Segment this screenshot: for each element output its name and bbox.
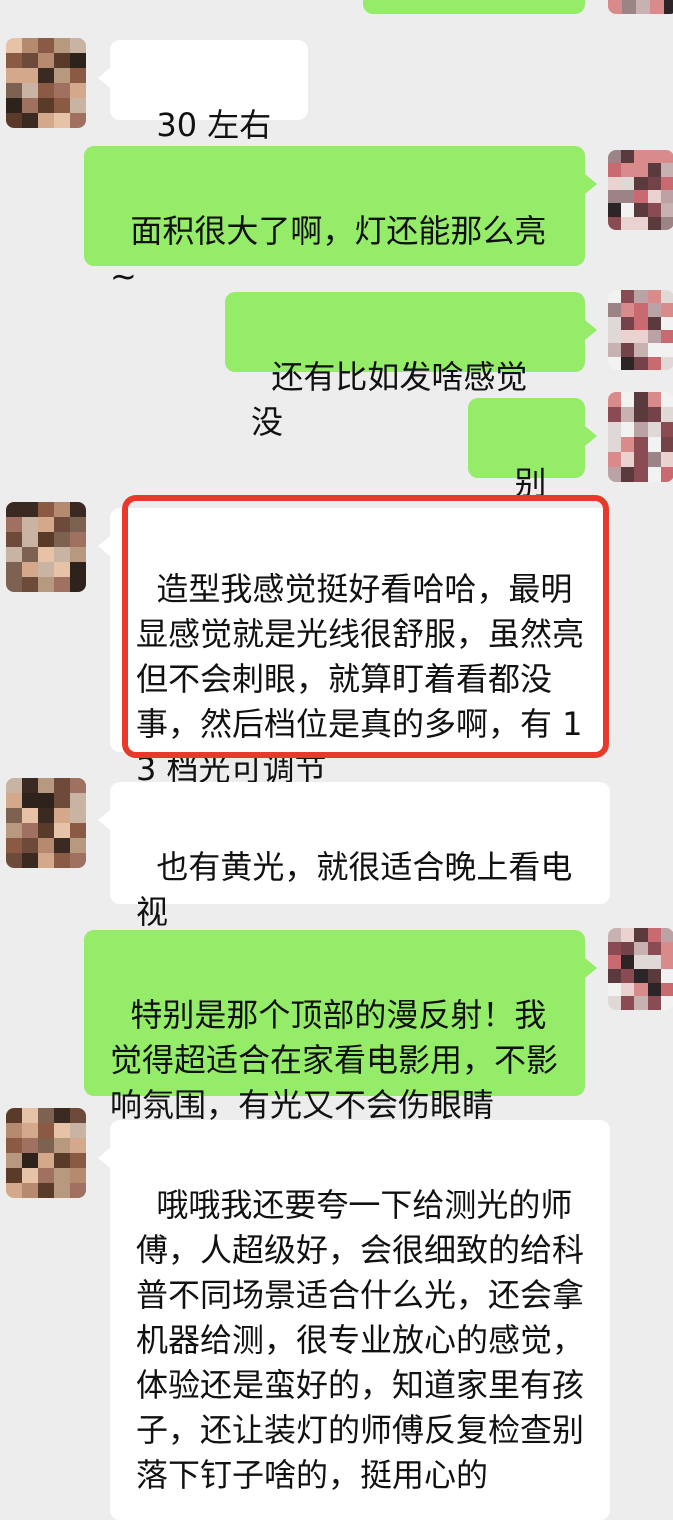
message-text: 也有黄光，就很适合晚上看电视 (136, 848, 573, 931)
message-bubble-incoming[interactable]: 30 左右吧 (98, 40, 308, 189)
avatar-friend[interactable] (6, 1108, 86, 1198)
message-bubble-outgoing[interactable]: 面积很大了啊，灯还能那么亮~ (84, 146, 597, 295)
avatar-friend[interactable] (6, 778, 86, 868)
chat-screen: { "chat": { "messages": [ { "side": "lef… (0, 0, 673, 1520)
message-bubble-incoming[interactable]: 也有黄光，就很适合晚上看电视 (98, 782, 610, 931)
message-bubble-outgoing[interactable]: 别的 (468, 398, 597, 547)
avatar-self[interactable] (608, 290, 673, 370)
avatar-self[interactable] (608, 150, 673, 230)
avatar-self[interactable] (608, 392, 673, 482)
message-text: 造型我感觉挺好看哈哈，最明显感觉就是光线很舒服，虽然亮但不会刺眼，就算盯着看都没… (136, 570, 585, 788)
message-text: 哦哦我还要夸一下给测光的师傅，人超级好，会很细致的给科普不同场景适合什么光，还会… (136, 1186, 585, 1494)
avatar-friend[interactable] (6, 38, 86, 128)
message-bubble-outgoing[interactable]: 还有比如发啥感觉没 (225, 292, 597, 441)
avatar-friend[interactable] (6, 502, 86, 592)
message-bubble-incoming[interactable]: 哦哦我还要夸一下给测光的师傅，人超级好，会很细致的给科普不同场景适合什么光，还会… (98, 1120, 610, 1520)
message-bubble-incoming[interactable]: 造型我感觉挺好看哈哈，最明显感觉就是光线很舒服，虽然亮但不会刺眼，就算盯着看都没… (98, 508, 610, 788)
avatar-self[interactable] (608, 928, 673, 1010)
previous-message-bubble[interactable] (363, 0, 585, 14)
avatar-self-partial[interactable] (608, 0, 673, 14)
message-bubble-outgoing[interactable]: 特别是那个顶部的漫反射！我觉得超适合在家看电影用，不影响氛围，有光又不会伤眼睛 (84, 930, 597, 1124)
message-text: 特别是那个顶部的漫反射！我觉得超适合在家看电影用，不影响氛围，有光又不会伤眼睛 (110, 996, 559, 1124)
message-text: 面积很大了啊，灯还能那么亮~ (110, 212, 547, 295)
